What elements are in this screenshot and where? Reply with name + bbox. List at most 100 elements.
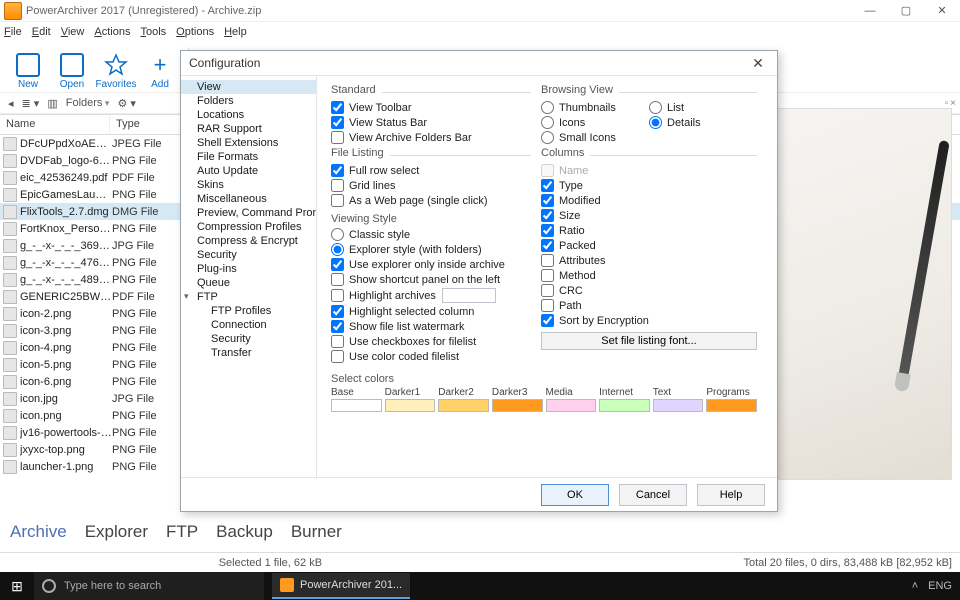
bv-thumbnails[interactable]: Thumbnails <box>541 101 649 114</box>
col-size-chk[interactable]: Size <box>541 209 757 222</box>
tree-ftp-profiles[interactable]: FTP Profiles <box>181 304 316 318</box>
col-type-chk[interactable]: Type <box>541 179 757 192</box>
opt-view-toolbar[interactable]: View Toolbar <box>331 101 531 114</box>
col-ratio-chk[interactable]: Ratio <box>541 224 757 237</box>
panel-close-icon[interactable]: × <box>950 98 956 109</box>
color-media[interactable]: Media <box>546 387 597 412</box>
config-tree[interactable]: ViewFoldersLocationsRAR SupportShell Ext… <box>181 76 317 477</box>
tree-shell-extensions[interactable]: Shell Extensions <box>181 136 316 150</box>
tab-burner[interactable]: Burner <box>291 522 342 542</box>
tab-explorer[interactable]: Explorer <box>85 522 148 542</box>
bv-details[interactable]: Details <box>649 116 757 129</box>
col-sort-chk[interactable]: Sort by Encryption <box>541 314 757 327</box>
color-darker2[interactable]: Darker2 <box>438 387 489 412</box>
tree-auto-update[interactable]: Auto Update <box>181 164 316 178</box>
tree-security[interactable]: Security <box>181 248 316 262</box>
tree-plug-ins[interactable]: Plug-ins <box>181 262 316 276</box>
opt-view-afb[interactable]: View Archive Folders Bar <box>331 131 531 144</box>
color-internet[interactable]: Internet <box>599 387 650 412</box>
list-style-icon[interactable]: ≣ ▾ <box>22 97 40 110</box>
options-icon[interactable]: ⚙ ▾ <box>117 97 135 110</box>
fav-button[interactable]: Favorites <box>94 42 138 92</box>
menu-edit[interactable]: Edit <box>32 26 51 38</box>
add-button[interactable]: +Add <box>138 42 182 92</box>
start-button[interactable]: ⊞ <box>0 572 34 600</box>
open-button[interactable]: Open <box>50 42 94 92</box>
tree-skins[interactable]: Skins <box>181 178 316 192</box>
tray-chevron-icon[interactable]: ˄ <box>912 580 918 592</box>
bv-small[interactable]: Small Icons <box>541 131 649 144</box>
maximize-button[interactable]: ▢ <box>888 0 924 22</box>
col-name[interactable]: Name <box>0 115 110 134</box>
tree-file-formats[interactable]: File Formats <box>181 150 316 164</box>
tree-view[interactable]: View <box>181 80 316 94</box>
font-button[interactable]: Set file listing font... <box>541 332 757 350</box>
opt-view-status[interactable]: View Status Bar <box>331 116 531 129</box>
bv-icons[interactable]: Icons <box>541 116 649 129</box>
menu-view[interactable]: View <box>61 26 85 38</box>
menu-help[interactable]: Help <box>224 26 247 38</box>
tree-rar-support[interactable]: RAR Support <box>181 122 316 136</box>
opt-inside[interactable]: Use explorer only inside archive <box>331 258 531 271</box>
tree-transfer[interactable]: Transfer <box>181 346 316 360</box>
tree-locations[interactable]: Locations <box>181 108 316 122</box>
opt-watermark[interactable]: Show file list watermark <box>331 320 531 333</box>
tray-lang[interactable]: ENG <box>928 580 952 592</box>
opt-webpage[interactable]: As a Web page (single click) <box>331 194 531 207</box>
col-attr-chk[interactable]: Attributes <box>541 254 757 267</box>
tree-connection[interactable]: Connection <box>181 318 316 332</box>
col-crc-chk[interactable]: CRC <box>541 284 757 297</box>
group-viewingstyle: Viewing Style <box>331 213 531 225</box>
status-selection: Selected 1 file, 62 kB <box>219 557 322 569</box>
opt-full-row[interactable]: Full row select <box>331 164 531 177</box>
folders-dropdown[interactable]: Folders <box>66 97 110 109</box>
col-type[interactable]: Type <box>110 115 170 134</box>
color-programs[interactable]: Programs <box>706 387 757 412</box>
taskbar-task[interactable]: PowerArchiver 201... <box>272 573 410 599</box>
vs-explorer[interactable]: Explorer style (with folders) <box>331 243 531 256</box>
color-text[interactable]: Text <box>653 387 704 412</box>
tree-queue[interactable]: Queue <box>181 276 316 290</box>
menu-tools[interactable]: Tools <box>140 26 166 38</box>
col-packed-chk[interactable]: Packed <box>541 239 757 252</box>
taskbar-search[interactable]: Type here to search <box>34 572 264 600</box>
nav-back-icon[interactable]: ◂ <box>8 97 14 110</box>
hiarch-color[interactable] <box>442 288 496 303</box>
help-button[interactable]: Help <box>697 484 765 506</box>
close-button[interactable]: ✕ <box>924 0 960 22</box>
preview-toggle-icon[interactable]: ▥ <box>47 97 57 110</box>
tab-archive[interactable]: Archive <box>10 522 67 542</box>
opt-chkboxes[interactable]: Use checkboxes for filelist <box>331 335 531 348</box>
tree-compress-encrypt[interactable]: Compress & Encrypt <box>181 234 316 248</box>
menu-file[interactable]: File <box>4 26 22 38</box>
bv-list[interactable]: List <box>649 101 757 114</box>
col-mod-chk[interactable]: Modified <box>541 194 757 207</box>
opt-hiarch[interactable]: Highlight archives <box>331 288 531 303</box>
cancel-button[interactable]: Cancel <box>619 484 687 506</box>
dialog-close-button[interactable]: ✕ <box>747 55 769 72</box>
opt-shortcut[interactable]: Show shortcut panel on the left <box>331 273 531 286</box>
panel-restore-icon[interactable]: ▫ <box>945 98 949 109</box>
opt-grid[interactable]: Grid lines <box>331 179 531 192</box>
color-base[interactable]: Base <box>331 387 382 412</box>
col-path-chk[interactable]: Path <box>541 299 757 312</box>
color-darker3[interactable]: Darker3 <box>492 387 543 412</box>
tree-miscellaneous[interactable]: Miscellaneous <box>181 192 316 206</box>
color-darker1[interactable]: Darker1 <box>385 387 436 412</box>
tree-preview-command-prompt[interactable]: Preview, Command Prompt <box>181 206 316 220</box>
tree-ftp[interactable]: FTP <box>181 290 316 304</box>
tab-ftp[interactable]: FTP <box>166 522 198 542</box>
tab-backup[interactable]: Backup <box>216 522 273 542</box>
col-method-chk[interactable]: Method <box>541 269 757 282</box>
opt-colorcode[interactable]: Use color coded filelist <box>331 350 531 363</box>
ok-button[interactable]: OK <box>541 484 609 506</box>
vs-classic[interactable]: Classic style <box>331 228 531 241</box>
minimize-button[interactable]: — <box>852 0 888 22</box>
tree-security[interactable]: Security <box>181 332 316 346</box>
menu-options[interactable]: Options <box>176 26 214 38</box>
opt-hisel[interactable]: Highlight selected column <box>331 305 531 318</box>
menu-actions[interactable]: Actions <box>94 26 130 38</box>
tree-folders[interactable]: Folders <box>181 94 316 108</box>
new-button[interactable]: New <box>6 42 50 92</box>
tree-compression-profiles[interactable]: Compression Profiles <box>181 220 316 234</box>
